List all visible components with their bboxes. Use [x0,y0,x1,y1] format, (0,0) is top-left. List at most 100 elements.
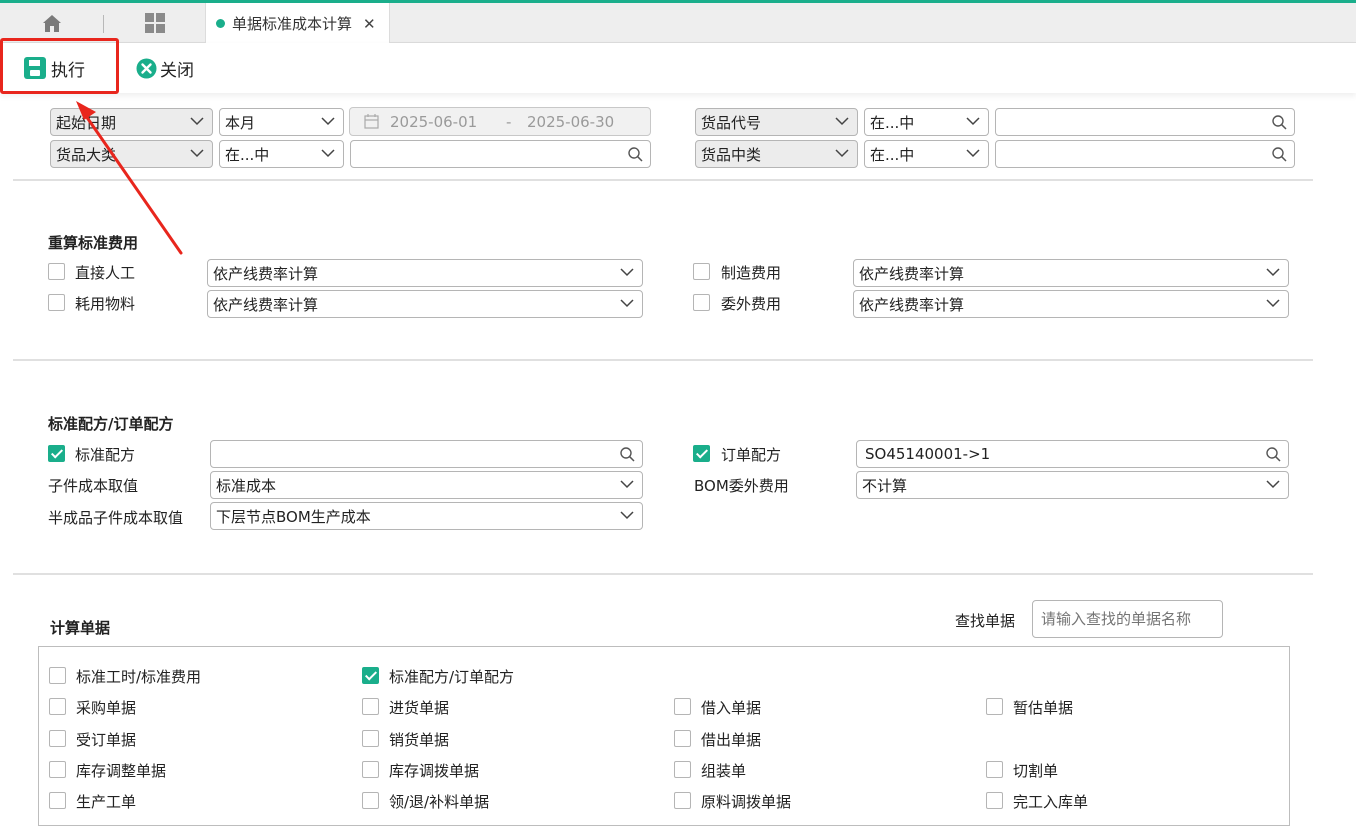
doc-checkbox-stock-transfer[interactable] [362,761,379,778]
direct-labor-label: 直接人工 [75,264,136,282]
search-icon[interactable] [620,447,635,462]
doc-checkbox-formula[interactable] [362,667,379,684]
child-cost-select[interactable]: 标准成本 [210,471,643,499]
consumables-method-select[interactable]: 依产线费率计算 [207,290,643,318]
direct-labor-checkbox[interactable] [48,263,65,280]
doc-checkbox-receiving[interactable] [362,698,379,715]
select-value: 在...中 [225,145,270,164]
chevron-down-icon [620,480,634,489]
search-icon[interactable] [1272,147,1287,162]
item-code-search-input[interactable] [995,108,1295,136]
period-select[interactable]: 本月 [219,108,344,136]
doc-checkbox-completion[interactable] [986,792,1003,809]
doc-checkbox-cutting[interactable] [986,761,1003,778]
order-formula-checkbox[interactable] [693,445,710,462]
doc-checkbox-standard-hours[interactable] [49,667,66,684]
doc-label: 组装单 [701,762,747,780]
search-icon[interactable] [1272,115,1287,130]
chevron-down-icon [966,117,980,126]
subcategory-search-input[interactable] [995,140,1295,168]
standard-formula-label: 标准配方 [75,446,136,464]
doc-checkbox-estimate[interactable] [986,698,1003,715]
select-value: 依产线费率计算 [213,295,319,314]
order-formula-search-input[interactable]: SO45140001->1 [856,440,1289,468]
outsourcing-cost-method-select[interactable]: 依产线费率计算 [853,290,1289,318]
select-value: 依产线费率计算 [859,295,965,314]
filter-field-select-category[interactable]: 货品大类 [50,140,213,168]
doc-label: 领/退/补料单据 [389,793,490,811]
home-icon[interactable] [32,3,72,43]
doc-checkbox-sales-order[interactable] [49,730,66,747]
standard-formula-checkbox[interactable] [48,445,65,462]
select-value: 起始日期 [56,113,117,132]
doc-checkbox-borrow-in[interactable] [674,698,691,715]
filter-field-select-item-code[interactable]: 货品代号 [695,108,858,136]
date-from: 2025-06-01 [390,113,478,131]
doc-label: 采购单据 [76,699,137,717]
find-doc-input[interactable] [1032,600,1223,638]
doc-checkbox-purchase[interactable] [49,698,66,715]
chevron-down-icon [1266,268,1280,277]
select-value: 不计算 [862,476,908,495]
select-value: 货品中类 [701,145,762,164]
chevron-down-icon [835,117,849,126]
calc-docs-list [38,646,1290,826]
manufacturing-cost-method-select[interactable]: 依产线费率计算 [853,259,1289,287]
select-value: 依产线费率计算 [859,264,965,283]
doc-label: 借出单据 [701,731,762,749]
bom-outsourcing-select[interactable]: 不计算 [856,471,1289,499]
highlight-box [0,38,119,94]
select-value: 本月 [225,113,256,132]
filter-field-select-date[interactable]: 起始日期 [50,108,213,136]
filter-field-select-subcategory[interactable]: 货品中类 [695,140,858,168]
chevron-down-icon [620,511,634,520]
calc-docs-title: 计算单据 [50,619,111,637]
operator-select[interactable]: 在...中 [864,108,989,136]
doc-checkbox-borrow-out[interactable] [674,730,691,747]
doc-label: 借入单据 [701,699,762,717]
close-button[interactable]: 关闭 [136,43,194,93]
consumables-checkbox[interactable] [48,294,65,311]
date-separator: - [506,113,512,131]
child-cost-label: 子件成本取值 [48,477,139,495]
tab-divider [103,15,104,33]
standard-formula-search-input[interactable] [210,440,643,468]
doc-checkbox-material-issue[interactable] [362,792,379,809]
direct-labor-method-select[interactable]: 依产线费率计算 [207,259,643,287]
input-value: SO45140001->1 [865,445,991,463]
doc-checkbox-work-order[interactable] [49,792,66,809]
consumables-label: 耗用物料 [75,295,136,313]
chevron-down-icon [1266,480,1280,489]
manufacturing-cost-label: 制造费用 [721,264,782,282]
doc-label: 标准工时/标准费用 [76,668,202,686]
doc-checkbox-material-transfer[interactable] [674,792,691,809]
doc-checkbox-sales[interactable] [362,730,379,747]
outsourcing-cost-checkbox[interactable] [693,294,710,311]
chevron-down-icon [620,268,634,277]
manufacturing-cost-checkbox[interactable] [693,263,710,280]
doc-checkbox-assembly[interactable] [674,761,691,778]
date-range-input[interactable]: 2025-06-01 - 2025-06-30 [349,107,651,136]
search-icon[interactable] [628,147,643,162]
doc-checkbox-stock-adjust[interactable] [49,761,66,778]
chevron-down-icon [321,117,335,126]
semi-finished-cost-label: 半成品子件成本取值 [48,509,184,527]
doc-label: 受订单据 [76,731,137,749]
operator-select[interactable]: 在...中 [864,140,989,168]
select-value: 货品大类 [56,145,117,164]
search-icon[interactable] [1266,447,1281,462]
select-value: 依产线费率计算 [213,264,319,283]
category-search-input[interactable] [350,140,651,168]
operator-select[interactable]: 在...中 [219,140,344,168]
select-value: 在...中 [870,145,915,164]
select-value: 下层节点BOM生产成本 [216,507,371,526]
doc-label: 进货单据 [389,699,450,717]
date-to: 2025-06-30 [527,113,615,131]
semi-finished-cost-select[interactable]: 下层节点BOM生产成本 [210,502,643,530]
apps-grid-icon[interactable] [135,3,175,43]
find-doc-label: 查找单据 [955,612,1016,630]
chevron-down-icon [620,299,634,308]
doc-label: 库存调拨单据 [389,762,480,780]
close-tab-icon[interactable]: ✕ [363,15,376,33]
tab-standard-cost-calc[interactable]: 单据标准成本计算 ✕ [205,3,390,44]
